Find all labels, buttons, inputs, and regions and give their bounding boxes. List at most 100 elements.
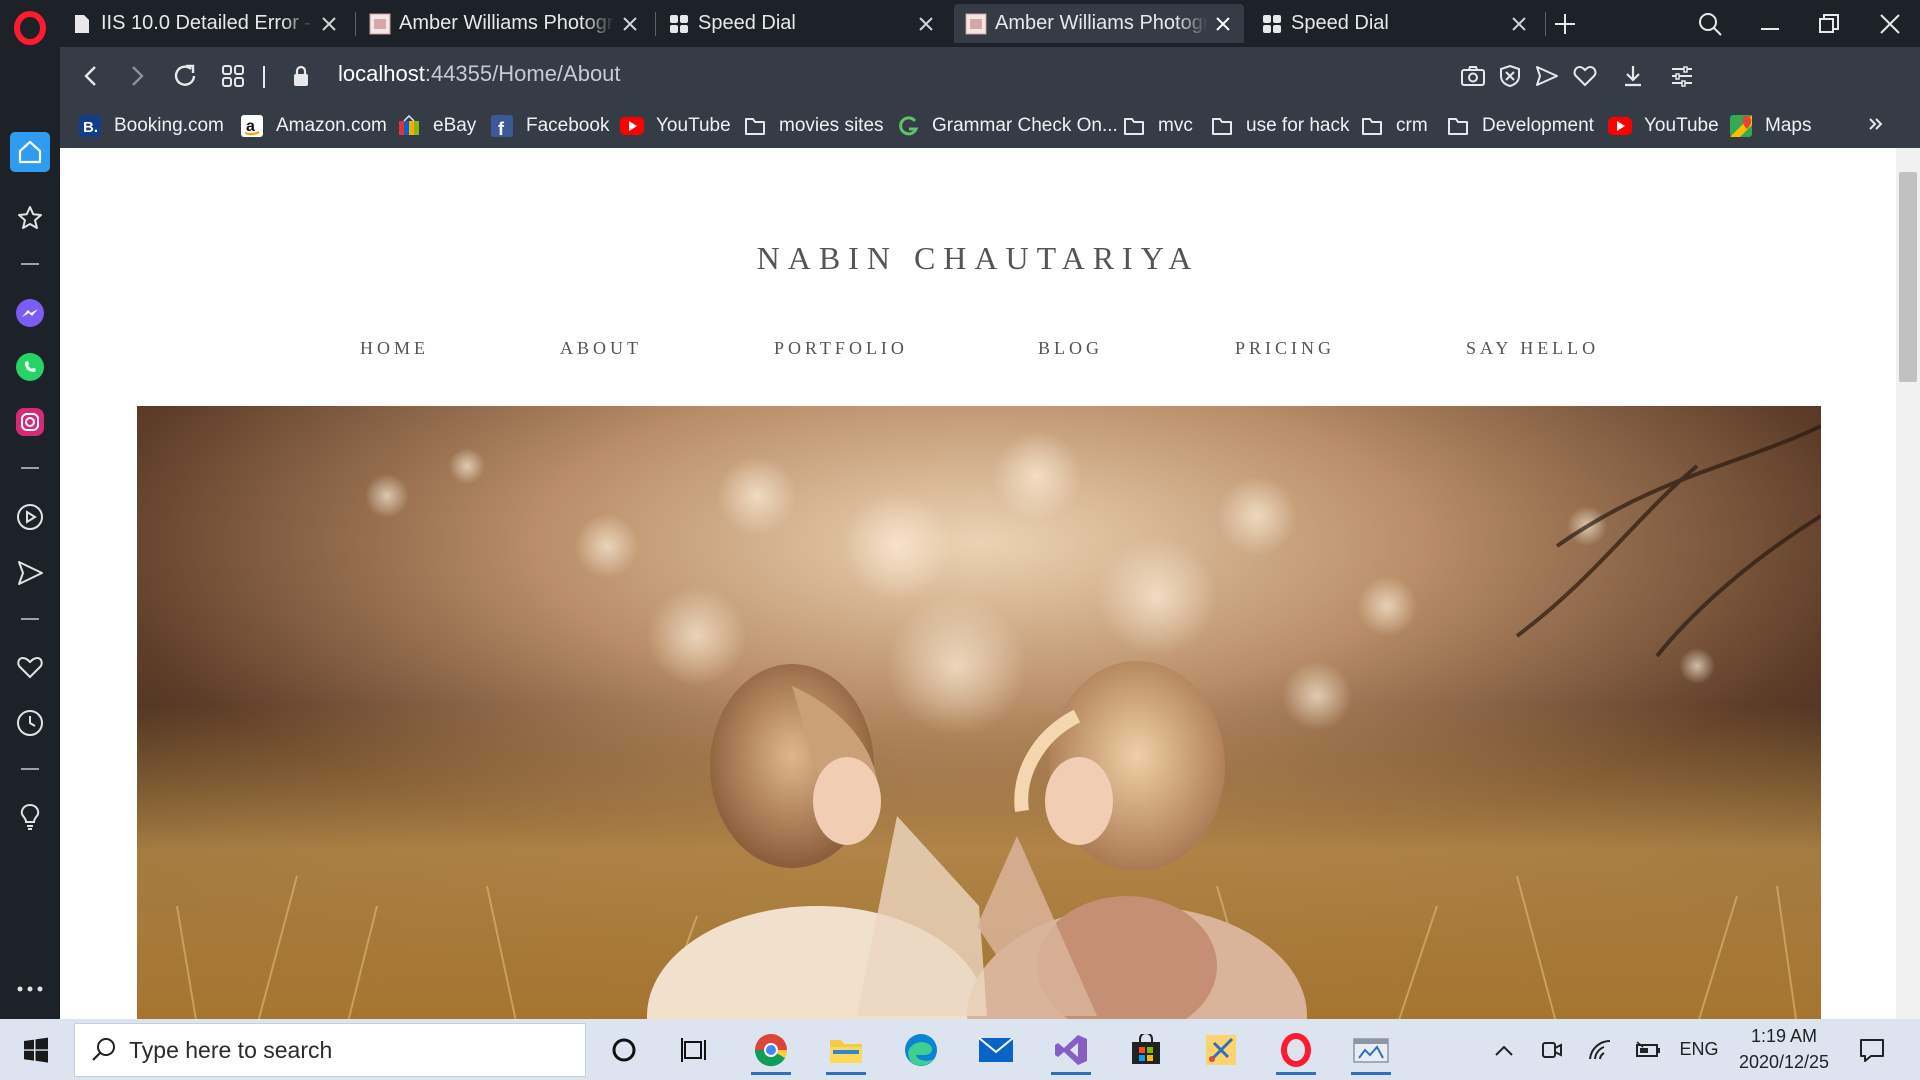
whatsapp-icon[interactable]: [10, 347, 50, 387]
nav-home[interactable]: HOME: [360, 338, 429, 359]
send-to-flow-icon[interactable]: [1528, 57, 1566, 95]
star-icon[interactable]: [10, 198, 50, 238]
tab-grid-icon[interactable]: [214, 57, 252, 95]
cortana-icon[interactable]: [598, 1025, 650, 1075]
notifications-icon[interactable]: [1852, 1019, 1892, 1080]
wifi-icon[interactable]: [1584, 1019, 1616, 1080]
bookmark-folder-development[interactable]: Development: [1446, 112, 1594, 140]
bookmark-youtube-1[interactable]: YouTube: [620, 112, 731, 140]
close-tab-icon[interactable]: [911, 9, 941, 39]
messenger-icon[interactable]: [10, 293, 50, 333]
sidebar-divider: [21, 618, 39, 620]
microsoft-store-icon[interactable]: [1120, 1025, 1172, 1075]
bookmarks-bar: B. Booking.com a Amazon.com eBay f Faceb…: [60, 104, 1920, 148]
adblock-shield-icon[interactable]: [1491, 57, 1529, 95]
minimize-icon[interactable]: [1742, 0, 1798, 47]
lightbulb-icon[interactable]: [10, 797, 50, 837]
battery-icon[interactable]: [1632, 1019, 1664, 1080]
tab-iis-error[interactable]: IIS 10.0 Detailed Error - 404.0 - Not Fo…: [60, 4, 350, 43]
task-view-icon[interactable]: [669, 1025, 721, 1075]
new-tab-button[interactable]: [1540, 0, 1590, 47]
bookmark-folder-crm[interactable]: crm: [1360, 112, 1428, 140]
language-indicator[interactable]: ENG: [1676, 1019, 1722, 1080]
more-bookmarks-chevron-icon[interactable]: [1866, 110, 1886, 138]
tab-title: Amber Williams Photography: [399, 12, 615, 34]
grammar-icon: [896, 114, 920, 138]
opera-menu-icon[interactable]: [12, 10, 48, 46]
sidebar: [0, 47, 60, 1019]
nav-about[interactable]: ABOUT: [560, 338, 642, 359]
bookmark-folder-mvc[interactable]: mvc: [1122, 112, 1193, 140]
more-options-icon[interactable]: [10, 969, 50, 1009]
snapshot-camera-icon[interactable]: [1454, 57, 1492, 95]
show-hidden-icons-chevron-icon[interactable]: [1488, 1019, 1520, 1080]
bookmark-label: eBay: [433, 115, 477, 136]
bookmark-folder-hack[interactable]: use for hack: [1210, 112, 1350, 140]
nav-say-hello[interactable]: SAY HELLO: [1466, 338, 1599, 359]
bookmark-grammar[interactable]: Grammar Check On...: [896, 112, 1118, 140]
running-indicator: [826, 1072, 866, 1075]
back-arrow-icon[interactable]: [72, 57, 110, 95]
forward-arrow-icon[interactable]: [118, 57, 156, 95]
close-tab-icon[interactable]: [1208, 9, 1238, 39]
bookmark-amazon[interactable]: a Amazon.com: [240, 112, 387, 140]
close-tab-icon[interactable]: [314, 9, 344, 39]
easy-setup-icon[interactable]: [1663, 57, 1701, 95]
clock[interactable]: 1:19 AM 2020/12/25: [1722, 1023, 1846, 1075]
close-tab-icon[interactable]: [1504, 9, 1534, 39]
bookmark-booking[interactable]: B. Booking.com: [78, 112, 224, 140]
download-icon[interactable]: [1614, 57, 1652, 95]
bookmark-youtube-2[interactable]: YouTube: [1608, 112, 1719, 140]
nav-blog[interactable]: BLOG: [1038, 338, 1103, 359]
facebook-icon: f: [490, 114, 514, 138]
site-title[interactable]: NABIN CHAUTARIYA: [60, 240, 1896, 277]
reload-icon[interactable]: [166, 57, 204, 95]
lock-icon[interactable]: [282, 57, 320, 95]
nav-pricing[interactable]: PRICING: [1235, 338, 1335, 359]
bookmark-folder-movies[interactable]: movies sites: [743, 112, 884, 140]
snipping-tool-icon[interactable]: [1195, 1025, 1247, 1075]
clock-date: 2020/12/25: [1738, 1052, 1830, 1072]
heart-icon[interactable]: [10, 647, 50, 687]
tab-bar: IIS 10.0 Detailed Error - 404.0 - Not Fo…: [0, 0, 1920, 47]
bookmark-facebook[interactable]: f Facebook: [490, 112, 609, 140]
bookmark-label: Development: [1482, 115, 1594, 136]
player-icon[interactable]: [10, 497, 50, 537]
tab-amber-williams-active[interactable]: Amber Williams Photography: [954, 4, 1244, 43]
bookmark-ebay[interactable]: eBay: [397, 112, 476, 140]
bookmark-maps[interactable]: Maps: [1729, 112, 1811, 140]
close-tab-icon[interactable]: [615, 9, 645, 39]
nav-portfolio[interactable]: PORTFOLIO: [774, 338, 908, 359]
taskbar-search-box[interactable]: Type here to search: [74, 1023, 586, 1077]
close-window-icon[interactable]: [1862, 0, 1918, 47]
scrollbar-thumb[interactable]: [1899, 172, 1917, 382]
bookmark-label: Maps: [1765, 115, 1812, 136]
tab-amber-williams-1[interactable]: Amber Williams Photography: [358, 4, 651, 43]
app-window-icon[interactable]: [1345, 1025, 1397, 1075]
instagram-icon[interactable]: [10, 402, 50, 442]
tab-speed-dial-1[interactable]: Speed Dial: [657, 4, 947, 43]
search-tabs-icon[interactable]: [1682, 0, 1738, 47]
windows-start-icon[interactable]: [10, 1025, 62, 1075]
tab-speed-dial-2[interactable]: Speed Dial: [1250, 4, 1540, 43]
meet-now-icon[interactable]: [1536, 1019, 1568, 1080]
visual-studio-icon[interactable]: [1045, 1025, 1097, 1075]
mail-icon[interactable]: [970, 1025, 1022, 1075]
edge-icon[interactable]: [895, 1025, 947, 1075]
history-clock-icon[interactable]: [10, 703, 50, 743]
sidebar-divider: [21, 263, 39, 265]
speed-dial-icon: [668, 13, 690, 35]
restore-icon[interactable]: [1801, 0, 1857, 47]
hero-image: [137, 406, 1821, 1019]
booking-icon: B.: [78, 114, 102, 138]
url-field[interactable]: localhost:44355/Home/About: [338, 61, 621, 87]
bookmark-label: crm: [1396, 115, 1428, 136]
flow-send-icon[interactable]: [10, 553, 50, 593]
chrome-icon[interactable]: [745, 1025, 797, 1075]
youtube-icon: [620, 114, 644, 138]
opera-taskbar-icon[interactable]: [1270, 1025, 1322, 1075]
bookmark-heart-icon[interactable]: [1566, 57, 1604, 95]
running-indicator: [1051, 1072, 1091, 1075]
home-icon[interactable]: [10, 132, 50, 172]
file-explorer-icon[interactable]: [820, 1025, 872, 1075]
